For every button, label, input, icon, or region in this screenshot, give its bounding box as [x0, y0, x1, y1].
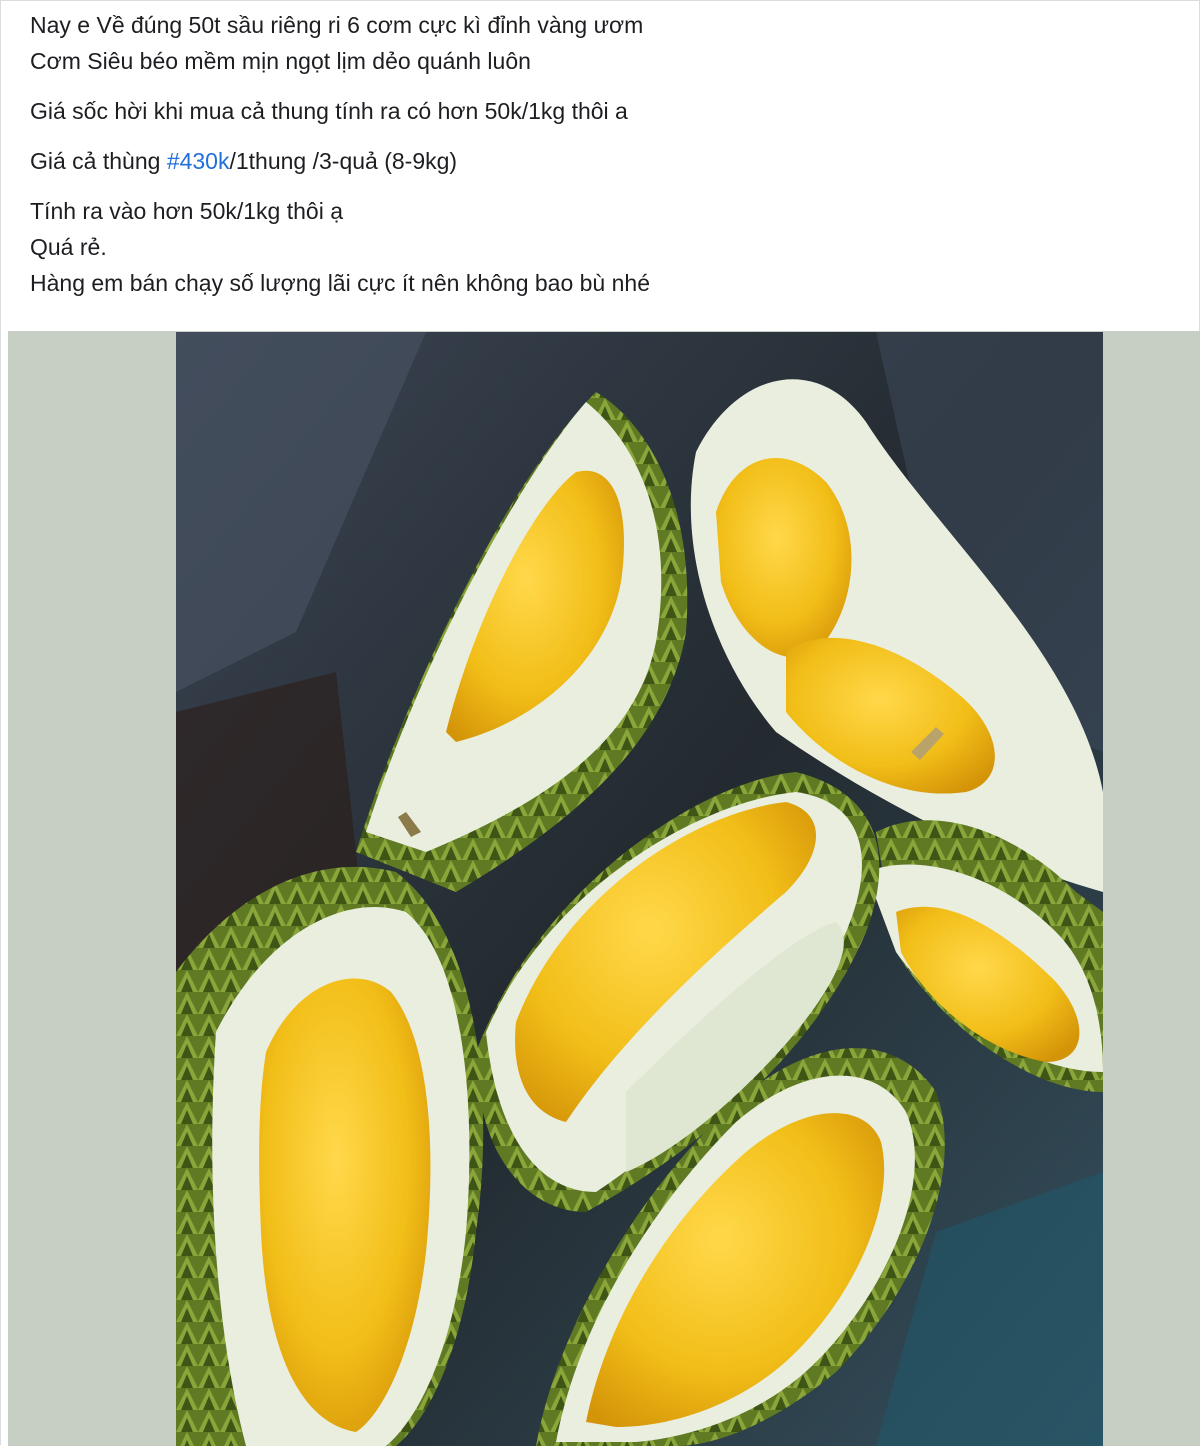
post-line: Tính ra vào hơn 50k/1kg thôi ạ	[30, 198, 343, 224]
hashtag-link[interactable]: #430k	[167, 148, 230, 174]
price-line: Giá cả thùng #430k/1thung /3-quả (8-9kg)	[30, 143, 1180, 179]
price-paragraph: Giá cả thùng #430k/1thung /3-quả (8-9kg)	[30, 143, 1180, 179]
post-text: Nay e Về đúng 50t sầu riêng ri 6 cơm cực…	[30, 7, 1180, 301]
post-line: Cơm Siêu béo mềm mịn ngọt lịm dẻo quánh …	[30, 48, 531, 74]
durian-photo[interactable]	[176, 332, 1103, 1446]
post-paragraph: Tính ra vào hơn 50k/1kg thôi ạ Quá rẻ. H…	[30, 193, 1180, 301]
post-card: Nay e Về đúng 50t sầu riêng ri 6 cơm cực…	[0, 0, 1200, 1446]
post-line: Quá rẻ.	[30, 234, 107, 260]
post-line: Giá sốc hời khi mua cả thung tính ra có …	[30, 98, 628, 124]
post-paragraph: Giá sốc hời khi mua cả thung tính ra có …	[30, 93, 1180, 129]
post-line: Nay e Về đúng 50t sầu riêng ri 6 cơm cực…	[30, 12, 644, 38]
price-suffix: /1thung /3-quả (8-9kg)	[229, 148, 458, 174]
price-prefix: Giá cả thùng	[30, 148, 167, 174]
post-media[interactable]	[8, 331, 1200, 1446]
durian-segment-bottom-left	[176, 866, 484, 1446]
post-line: Hàng em bán chạy số lượng lãi cực ít nên…	[30, 270, 650, 296]
post-paragraph: Nay e Về đúng 50t sầu riêng ri 6 cơm cực…	[30, 7, 1180, 79]
